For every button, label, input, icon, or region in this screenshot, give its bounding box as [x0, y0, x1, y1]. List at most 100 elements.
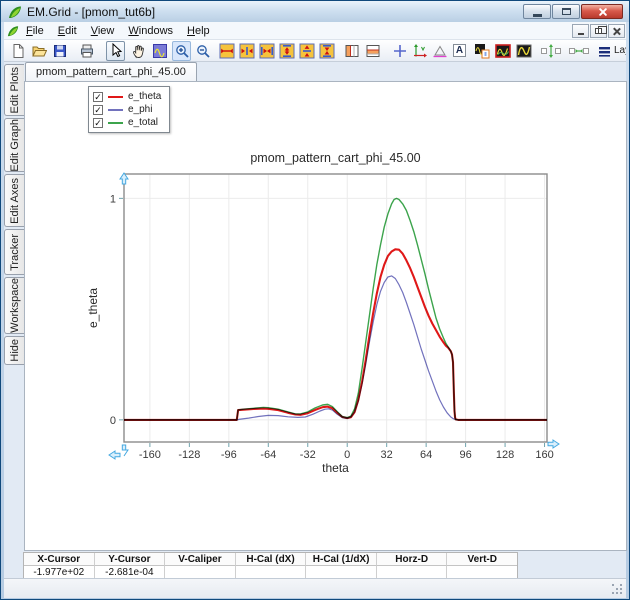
expand-x-icon [219, 43, 235, 59]
open-button[interactable] [29, 41, 48, 61]
sidebar-tab-edit-axes[interactable]: Edit Axes [4, 174, 24, 227]
menu-item-view[interactable]: View [84, 23, 122, 39]
close-button[interactable] [581, 4, 623, 19]
caliper-tool-button[interactable] [430, 41, 449, 61]
open-folder-icon [31, 43, 47, 59]
status-table-header: X-Cursor Y-Cursor V-Caliper H-Cal (dX) H… [24, 553, 517, 566]
svg-text:-64: -64 [260, 449, 276, 461]
legend-checkbox[interactable]: ✓ [93, 105, 103, 115]
maximize-button[interactable] [552, 4, 580, 19]
save-button[interactable] [50, 41, 69, 61]
sidebar-tab-edit-plots[interactable]: Edit Plots [4, 64, 24, 116]
svg-text:1: 1 [110, 193, 116, 205]
sidebar-tab-tracker[interactable]: Tracker [4, 229, 24, 275]
legend-swatch [108, 122, 123, 124]
caliper-triangle-icon [432, 43, 448, 59]
sidebar-tab-label: Tracker [9, 234, 21, 271]
zoom-region-button[interactable] [150, 41, 169, 61]
cursor-status-table: X-Cursor Y-Cursor V-Caliper H-Cal (dX) H… [23, 552, 518, 580]
resize-grip[interactable] [612, 584, 623, 595]
content-area: Edit Plots Edit Graph Edit Axes Tracker … [4, 62, 626, 596]
svg-text:0: 0 [110, 415, 116, 427]
svg-text:96: 96 [459, 449, 471, 461]
menu-item-edit[interactable]: Edit [51, 23, 84, 39]
axis-pan-arrow-right[interactable] [548, 440, 559, 448]
layout-icon [598, 45, 611, 57]
pointer-tool-button[interactable] [106, 41, 125, 61]
text-annotation-icon: A [453, 44, 466, 57]
status-col-hcal-dx: H-Cal (dX) [236, 553, 307, 566]
copy-plot-button[interactable] [472, 41, 491, 61]
autoscale-y-icon [299, 43, 315, 59]
plot-wave-icon [516, 43, 532, 59]
svg-text:-96: -96 [221, 449, 237, 461]
split-horizontal-button[interactable] [363, 41, 382, 61]
toolbar: A Layout [4, 40, 626, 62]
mdi-close-button[interactable] [608, 24, 625, 38]
menu-item-windows[interactable]: Windows [121, 23, 180, 39]
expand-x-button[interactable] [217, 41, 236, 61]
crosshair-button[interactable] [390, 41, 409, 61]
plot-tab[interactable]: pmom_pattern_cart_phi_45.00 [25, 62, 197, 81]
hand-icon [131, 43, 147, 59]
status-col-vert-d: Vert-D [447, 553, 517, 566]
mdi-restore-button[interactable] [590, 24, 607, 38]
split-vertical-button[interactable] [342, 41, 361, 61]
svg-text:128: 128 [496, 449, 514, 461]
legend-checkbox[interactable]: ✓ [93, 118, 103, 128]
autoscale-x-button[interactable] [237, 41, 256, 61]
mdi-restore-icon [595, 28, 602, 34]
compress-y-icon [319, 43, 335, 59]
compress-y-button[interactable] [317, 41, 336, 61]
close-icon [598, 7, 607, 16]
minimize-button[interactable] [523, 4, 551, 19]
zoom-out-button[interactable] [193, 41, 212, 61]
expand-y-button[interactable] [277, 41, 296, 61]
document-logo-icon [7, 25, 19, 37]
pan-tool-button[interactable] [129, 41, 148, 61]
copy-plot-icon [474, 43, 490, 59]
sidebar-tab-workspace[interactable]: Workspace [4, 277, 24, 334]
app-window: EM.Grid - [pmom_tut6b] File Edit View Wi… [0, 0, 630, 600]
link-x-button[interactable] [567, 41, 591, 61]
legend-swatch [108, 96, 123, 98]
plot-tab-label: pmom_pattern_cart_phi_45.00 [36, 66, 186, 78]
sidebar-tab-label: Workspace [9, 278, 21, 333]
sidebar-tab-label: Edit Plots [9, 67, 21, 113]
plot-style-red-button[interactable] [493, 41, 512, 61]
sidebar-tab-label: Edit Axes [9, 178, 21, 224]
plot-wave-red-border-icon [495, 43, 511, 59]
plot-style-button[interactable] [514, 41, 533, 61]
save-icon [52, 43, 68, 59]
layout-button[interactable]: Layout [596, 41, 626, 61]
axis-pan-arrow-down[interactable] [122, 445, 128, 456]
svg-text:pmom_pattern_cart_phi_45.00: pmom_pattern_cart_phi_45.00 [250, 151, 420, 165]
sidebar-tab-hide[interactable]: Hide [4, 336, 24, 365]
status-bar [4, 578, 626, 598]
text-annotation-button[interactable]: A [450, 41, 469, 61]
expand-y-icon [279, 43, 295, 59]
chart-legend: ✓ e_theta ✓ e_phi ✓ e_total [88, 86, 170, 133]
split-horizontal-icon [365, 43, 381, 59]
axes-tool-button[interactable] [410, 41, 429, 61]
link-y-button[interactable] [539, 41, 563, 61]
status-col-hcal-1dx: H-Cal (1/dX) [306, 553, 377, 566]
mdi-minimize-icon [578, 33, 584, 35]
sidebar-tab-label: Hide [9, 339, 21, 362]
chart-plot[interactable]: -160-128-96-64-32032649612816001pmom_pat… [25, 82, 626, 550]
new-button[interactable] [8, 41, 27, 61]
sidebar-tab-edit-graph[interactable]: Edit Graph [4, 118, 24, 172]
sidebar-tab-label: Edit Graph [9, 119, 21, 172]
menu-item-help[interactable]: Help [180, 23, 217, 39]
svg-text:0: 0 [344, 449, 350, 461]
zoom-in-button[interactable] [172, 41, 191, 61]
title-bar[interactable]: EM.Grid - [pmom_tut6b] [1, 1, 629, 22]
autoscale-y-button[interactable] [297, 41, 316, 61]
legend-checkbox[interactable]: ✓ [93, 92, 103, 102]
mdi-minimize-button[interactable] [572, 24, 589, 38]
svg-text:64: 64 [420, 449, 432, 461]
print-button[interactable] [77, 41, 96, 61]
axis-pan-arrow-left[interactable] [109, 451, 120, 459]
menu-item-file[interactable]: File [19, 23, 51, 39]
compress-x-button[interactable] [257, 41, 276, 61]
